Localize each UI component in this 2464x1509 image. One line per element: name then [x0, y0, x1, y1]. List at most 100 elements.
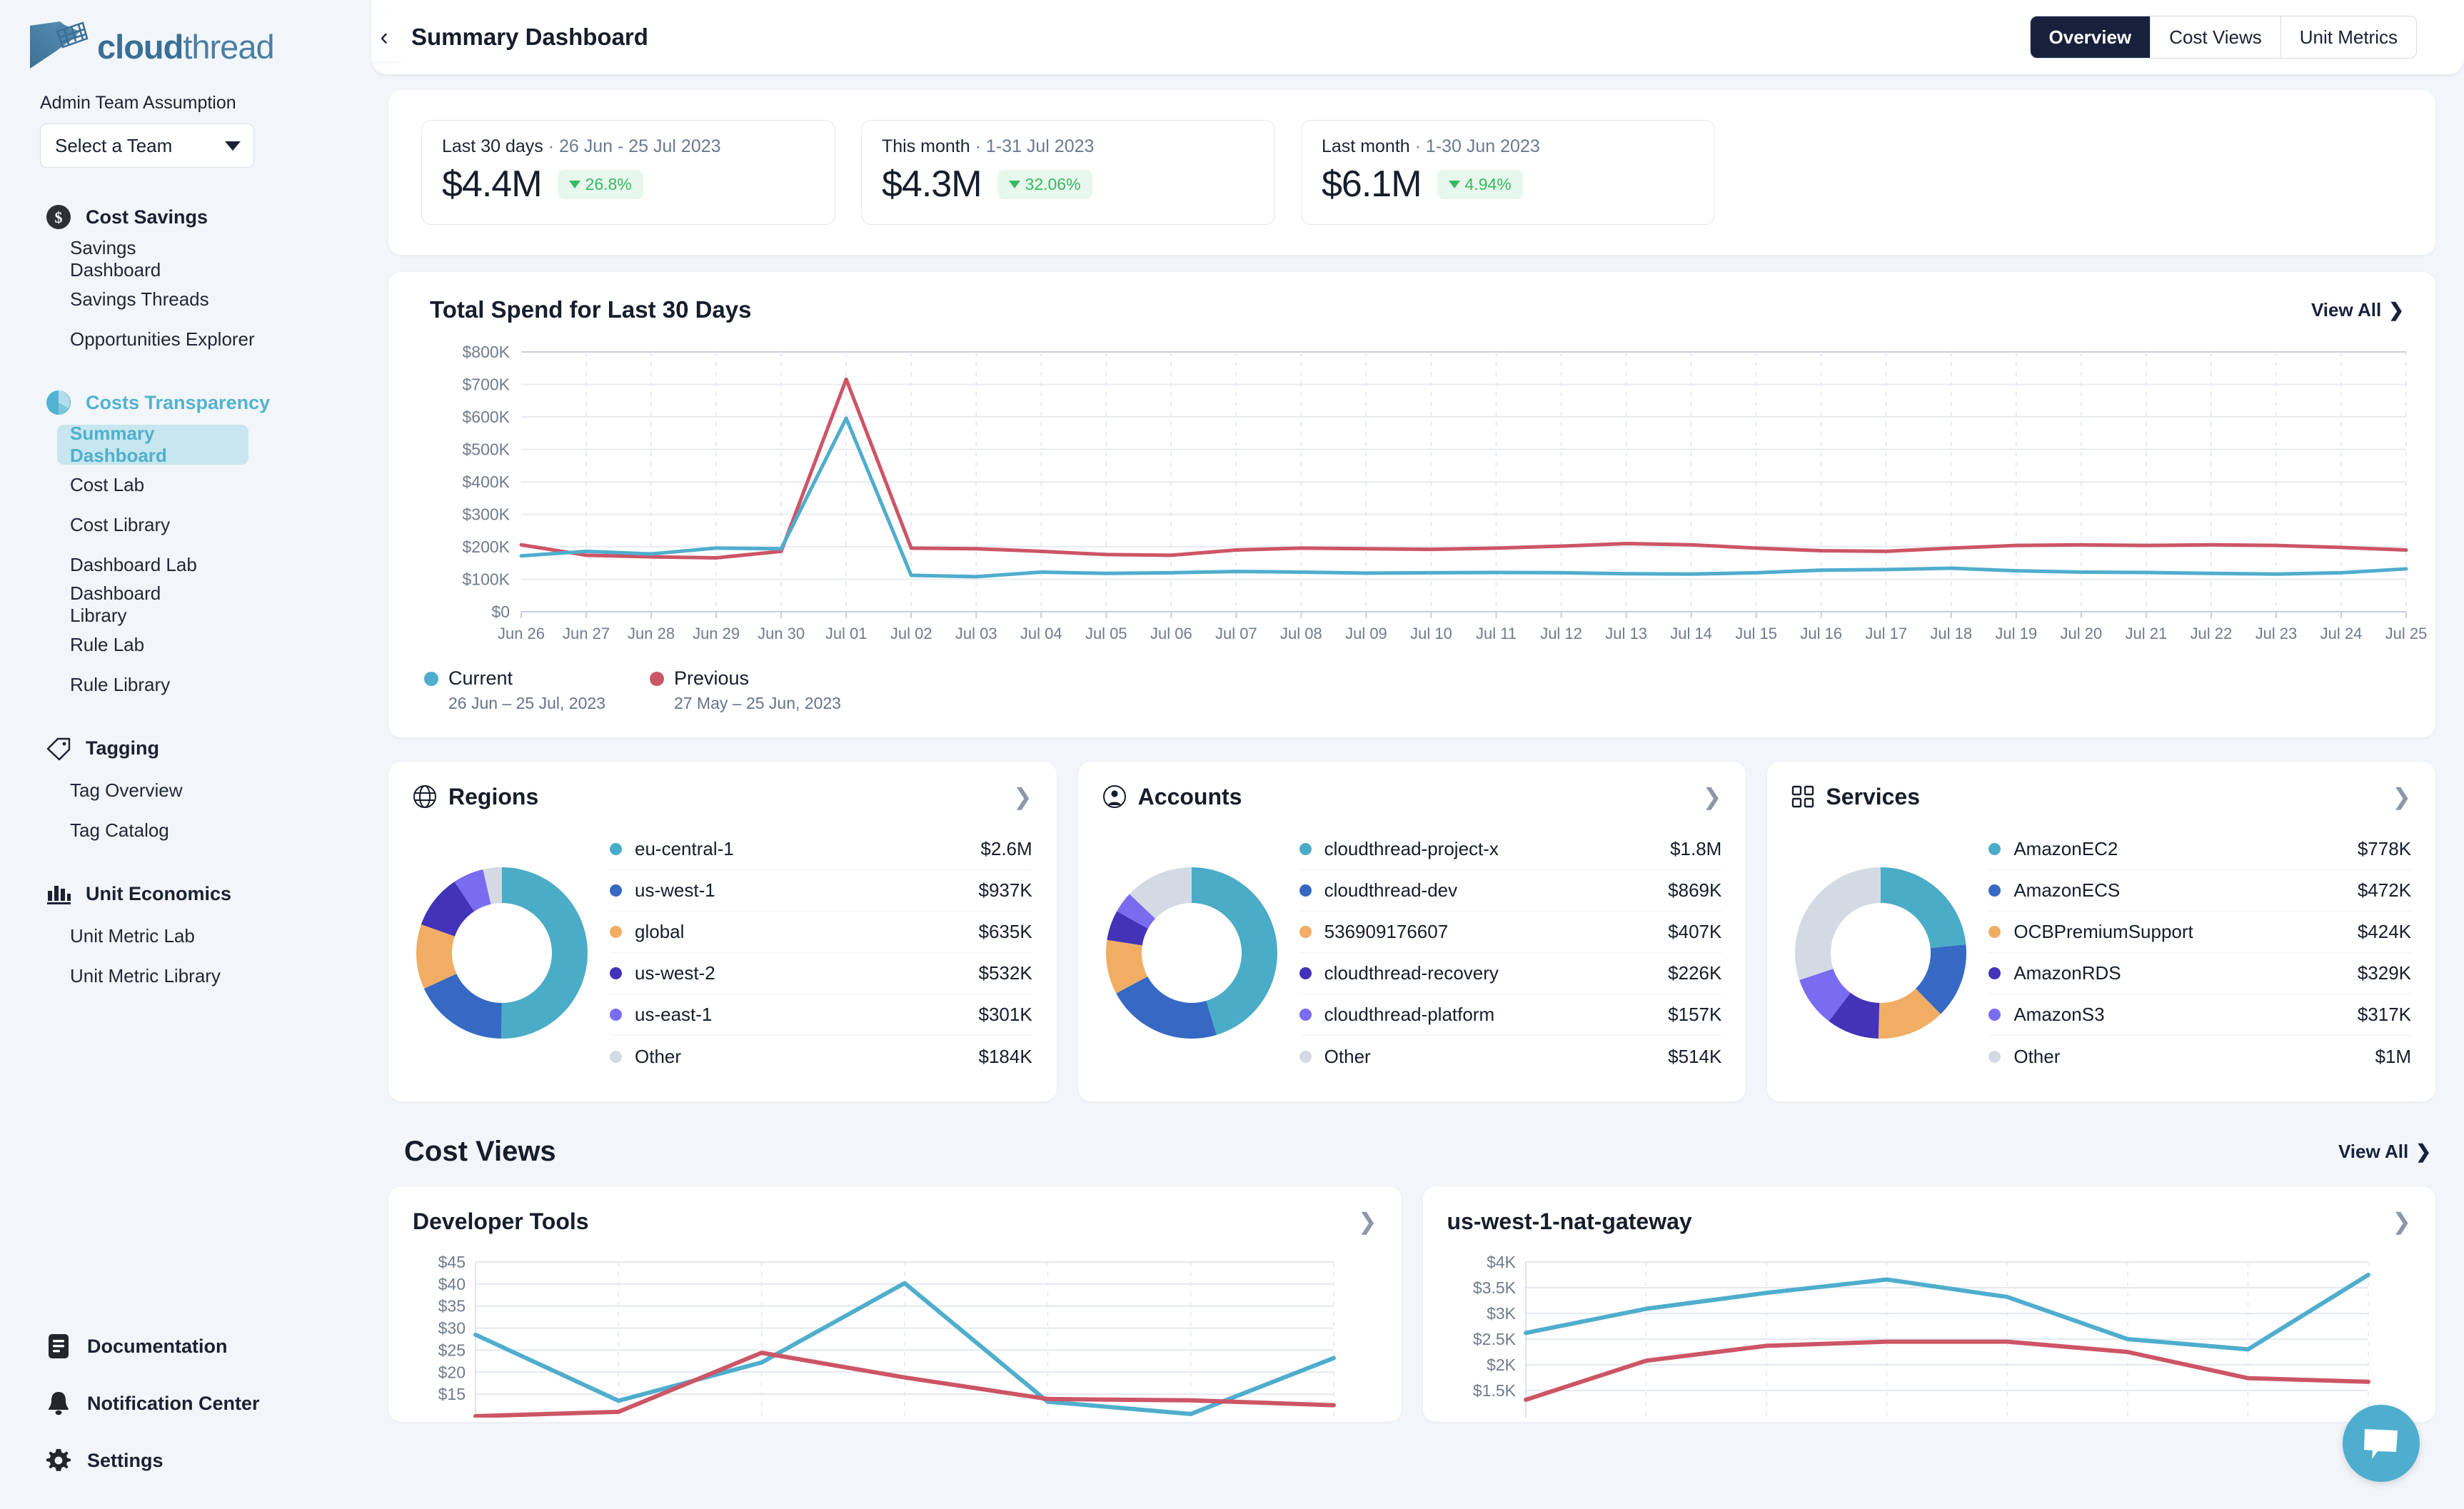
chevron-right-icon[interactable]: ❯ — [2392, 1208, 2411, 1235]
list-item: us-west-1 $937K — [610, 870, 1032, 912]
list-item: cloudthread-recovery $226K — [1299, 953, 1722, 994]
sidebar-item-summary-dashboard[interactable]: Summary Dashboard — [57, 423, 248, 466]
svg-text:$15: $15 — [438, 1385, 466, 1403]
sidebar-item-dashboard-lab[interactable]: Dashboard Lab — [57, 545, 228, 585]
sidebar-item-rule-library[interactable]: Rule Library — [57, 665, 228, 705]
services-card[interactable]: Services ❯ AmazonEC2 $778K AmazonECS $472K… — [1767, 762, 2436, 1101]
sidebar-item-notification-center[interactable]: Notification Center — [0, 1375, 371, 1432]
sidebar-item-dashboard-library[interactable]: Dashboard Library — [57, 582, 228, 626]
sidebar-group-tagging[interactable]: Tagging — [0, 726, 371, 770]
kpi-card-last-30-days[interactable]: Last 30 days · 26 Jun - 25 Jul 2023 $4.4… — [421, 120, 835, 225]
sidebar-item-unit-metric-lab[interactable]: Unit Metric Lab — [57, 916, 228, 956]
us-west-1-nat-gateway-chart: $1.5K $2K $2.5K $3K $3.5K $4K — [1447, 1253, 2412, 1418]
sidebar-bottom-nav: Documentation Notification Center Settin… — [0, 1318, 371, 1489]
kpi-card-last-month[interactable]: Last month · 1-30 Jun 2023 $6.1M 4.94% — [1301, 120, 1715, 225]
chevron-right-icon: ❯ — [2415, 1141, 2431, 1162]
team-select[interactable]: Select a Team — [40, 123, 254, 168]
kpi-value: $4.3M — [882, 163, 982, 205]
sidebar-item-cost-library[interactable]: Cost Library — [57, 505, 228, 545]
total-spend-panel: Total Spend for Last 30 Days View All ❯ … — [388, 272, 2435, 737]
sidebar-collapse-button[interactable]: ‹ — [371, 13, 406, 61]
sidebar-group-label: Cost Savings — [86, 206, 208, 228]
chevron-right-icon[interactable]: ❯ — [1358, 1208, 1377, 1235]
svg-text:$45: $45 — [438, 1253, 466, 1271]
list-item: us-east-1 $301K — [610, 994, 1032, 1036]
sidebar-group-label: Costs Transparency — [86, 391, 271, 413]
svg-text:$3.5K: $3.5K — [1472, 1278, 1516, 1297]
sidebar-item-rule-lab[interactable]: Rule Lab — [57, 625, 228, 665]
sidebar-item-tag-catalog[interactable]: Tag Catalog — [57, 810, 228, 850]
chevron-right-icon[interactable]: ❯ — [1703, 783, 1722, 810]
chevron-right-icon[interactable]: ❯ — [1013, 783, 1032, 810]
sidebar-item-cost-lab[interactable]: Cost Lab — [57, 465, 228, 505]
developer-tools-chart: $15 $20 $25 $30 $35 $40 $45 — [413, 1253, 1377, 1418]
regions-card[interactable]: Regions ❯ eu-central-1 $2.6M us-west-1 $93… — [388, 762, 1057, 1101]
team-assumption-block: Admin Team Assumption Select a Team — [0, 74, 371, 168]
sidebar-item-opportunities-explorer[interactable]: Opportunities Explorer — [57, 319, 271, 359]
sidebar-item-savings-threads[interactable]: Savings Threads — [57, 279, 228, 319]
svg-text:Jul 05: Jul 05 — [1085, 625, 1127, 642]
sidebar-item-settings[interactable]: Settings — [0, 1432, 371, 1489]
kpi-value: $6.1M — [1322, 163, 1422, 205]
sidebar-group-cost-savings[interactable]: $ Cost Savings — [0, 195, 371, 239]
chat-support-button[interactable] — [2343, 1405, 2420, 1482]
svg-text:$200K: $200K — [462, 538, 510, 556]
services-legend-list: AmazonEC2 $778K AmazonECS $472K OCBPremium… — [1988, 829, 2412, 1077]
cost-view-card-developer-tools[interactable]: Developer Tools ❯ $15 $20 $25 $30 $35 $40 $45 — [388, 1186, 1402, 1422]
regions-donut-chart — [413, 864, 591, 1042]
svg-text:Jul 17: Jul 17 — [1865, 625, 1907, 642]
sidebar-item-label: Documentation — [87, 1335, 228, 1357]
svg-text:Jul 07: Jul 07 — [1215, 625, 1257, 642]
svg-text:$100K: $100K — [462, 570, 510, 589]
sidebar-item-unit-metric-library[interactable]: Unit Metric Library — [57, 956, 264, 996]
svg-text:$400K: $400K — [462, 473, 510, 491]
list-item: global $635K — [610, 912, 1032, 953]
cost-view-card-us-west-1-nat-gateway[interactable]: us-west-1-nat-gateway ❯ $1.5K $2K $2.5K $3K… — [1422, 1186, 2435, 1422]
tab-unit-metrics[interactable]: Unit Metrics — [2281, 16, 2416, 58]
svg-text:Jul 24: Jul 24 — [2320, 625, 2363, 642]
svg-text:$2.5K: $2.5K — [1472, 1330, 1516, 1348]
svg-text:$3K: $3K — [1487, 1304, 1517, 1323]
accounts-legend-list: cloudthread-project-x $1.8M cloudthread-d… — [1299, 829, 1722, 1077]
sidebar-group-unit-economics[interactable]: Unit Economics — [0, 872, 371, 916]
tab-cost-views[interactable]: Cost Views — [2151, 16, 2281, 58]
list-item: AmazonEC2 $778K — [1988, 829, 2412, 870]
brand-name-bold: cloud — [97, 27, 183, 66]
total-spend-title: Total Spend for Last 30 Days — [430, 296, 752, 323]
cost-view-title: Developer Tools — [413, 1208, 589, 1234]
list-item: AmazonECS $472K — [1988, 870, 2412, 912]
svg-text:$35: $35 — [438, 1297, 466, 1316]
legend-item-current: Current 26 Jun – 25 Jul, 2023 — [424, 667, 605, 713]
legend-label: Current — [448, 667, 513, 689]
accounts-card[interactable]: Accounts ❯ cloudthread-project-x $1.8M cl… — [1077, 762, 1746, 1101]
svg-text:$30: $30 — [438, 1319, 466, 1338]
globe-icon — [413, 784, 437, 809]
list-item: Other $184K — [610, 1036, 1032, 1077]
chevron-right-icon[interactable]: ❯ — [2392, 783, 2411, 810]
list-item: AmazonRDS $329K — [1988, 953, 2412, 994]
svg-text:Jun 29: Jun 29 — [693, 625, 740, 642]
user-circle-icon — [1102, 784, 1127, 809]
services-donut-chart — [1791, 864, 1970, 1042]
svg-text:$600K: $600K — [462, 408, 510, 426]
svg-text:Jul 03: Jul 03 — [955, 625, 997, 642]
tab-overview[interactable]: Overview — [2030, 16, 2151, 58]
list-item: eu-central-1 $2.6M — [610, 829, 1032, 870]
brand-logo[interactable]: cloudthread — [0, 0, 371, 74]
sidebar-group-costs-transparency[interactable]: Costs Transparency — [0, 380, 371, 425]
svg-text:Jul 01: Jul 01 — [825, 625, 868, 642]
bar-chart-icon — [44, 879, 73, 908]
sidebar-item-documentation[interactable]: Documentation — [0, 1318, 371, 1375]
total-spend-view-all-link[interactable]: View All ❯ — [2311, 299, 2404, 321]
sidebar-item-tag-overview[interactable]: Tag Overview — [57, 770, 228, 810]
sidebar-item-label: Notification Center — [87, 1392, 260, 1414]
list-item: us-west-2 $532K — [610, 953, 1032, 994]
kpi-card-this-month[interactable]: This month · 1-31 Jul 2023 $4.3M 32.06% — [861, 120, 1275, 225]
svg-text:Jun 30: Jun 30 — [758, 625, 805, 642]
svg-text:Jul 25: Jul 25 — [2385, 625, 2428, 642]
kpi-delta-value: 32.06% — [1025, 174, 1081, 193]
svg-text:Jul 06: Jul 06 — [1150, 625, 1192, 642]
sidebar-item-savings-dashboard[interactable]: Savings Dashboard — [57, 237, 228, 281]
cost-views-view-all-link[interactable]: View All ❯ — [2338, 1141, 2431, 1163]
kpi-delta-value: 26.8% — [585, 174, 632, 193]
